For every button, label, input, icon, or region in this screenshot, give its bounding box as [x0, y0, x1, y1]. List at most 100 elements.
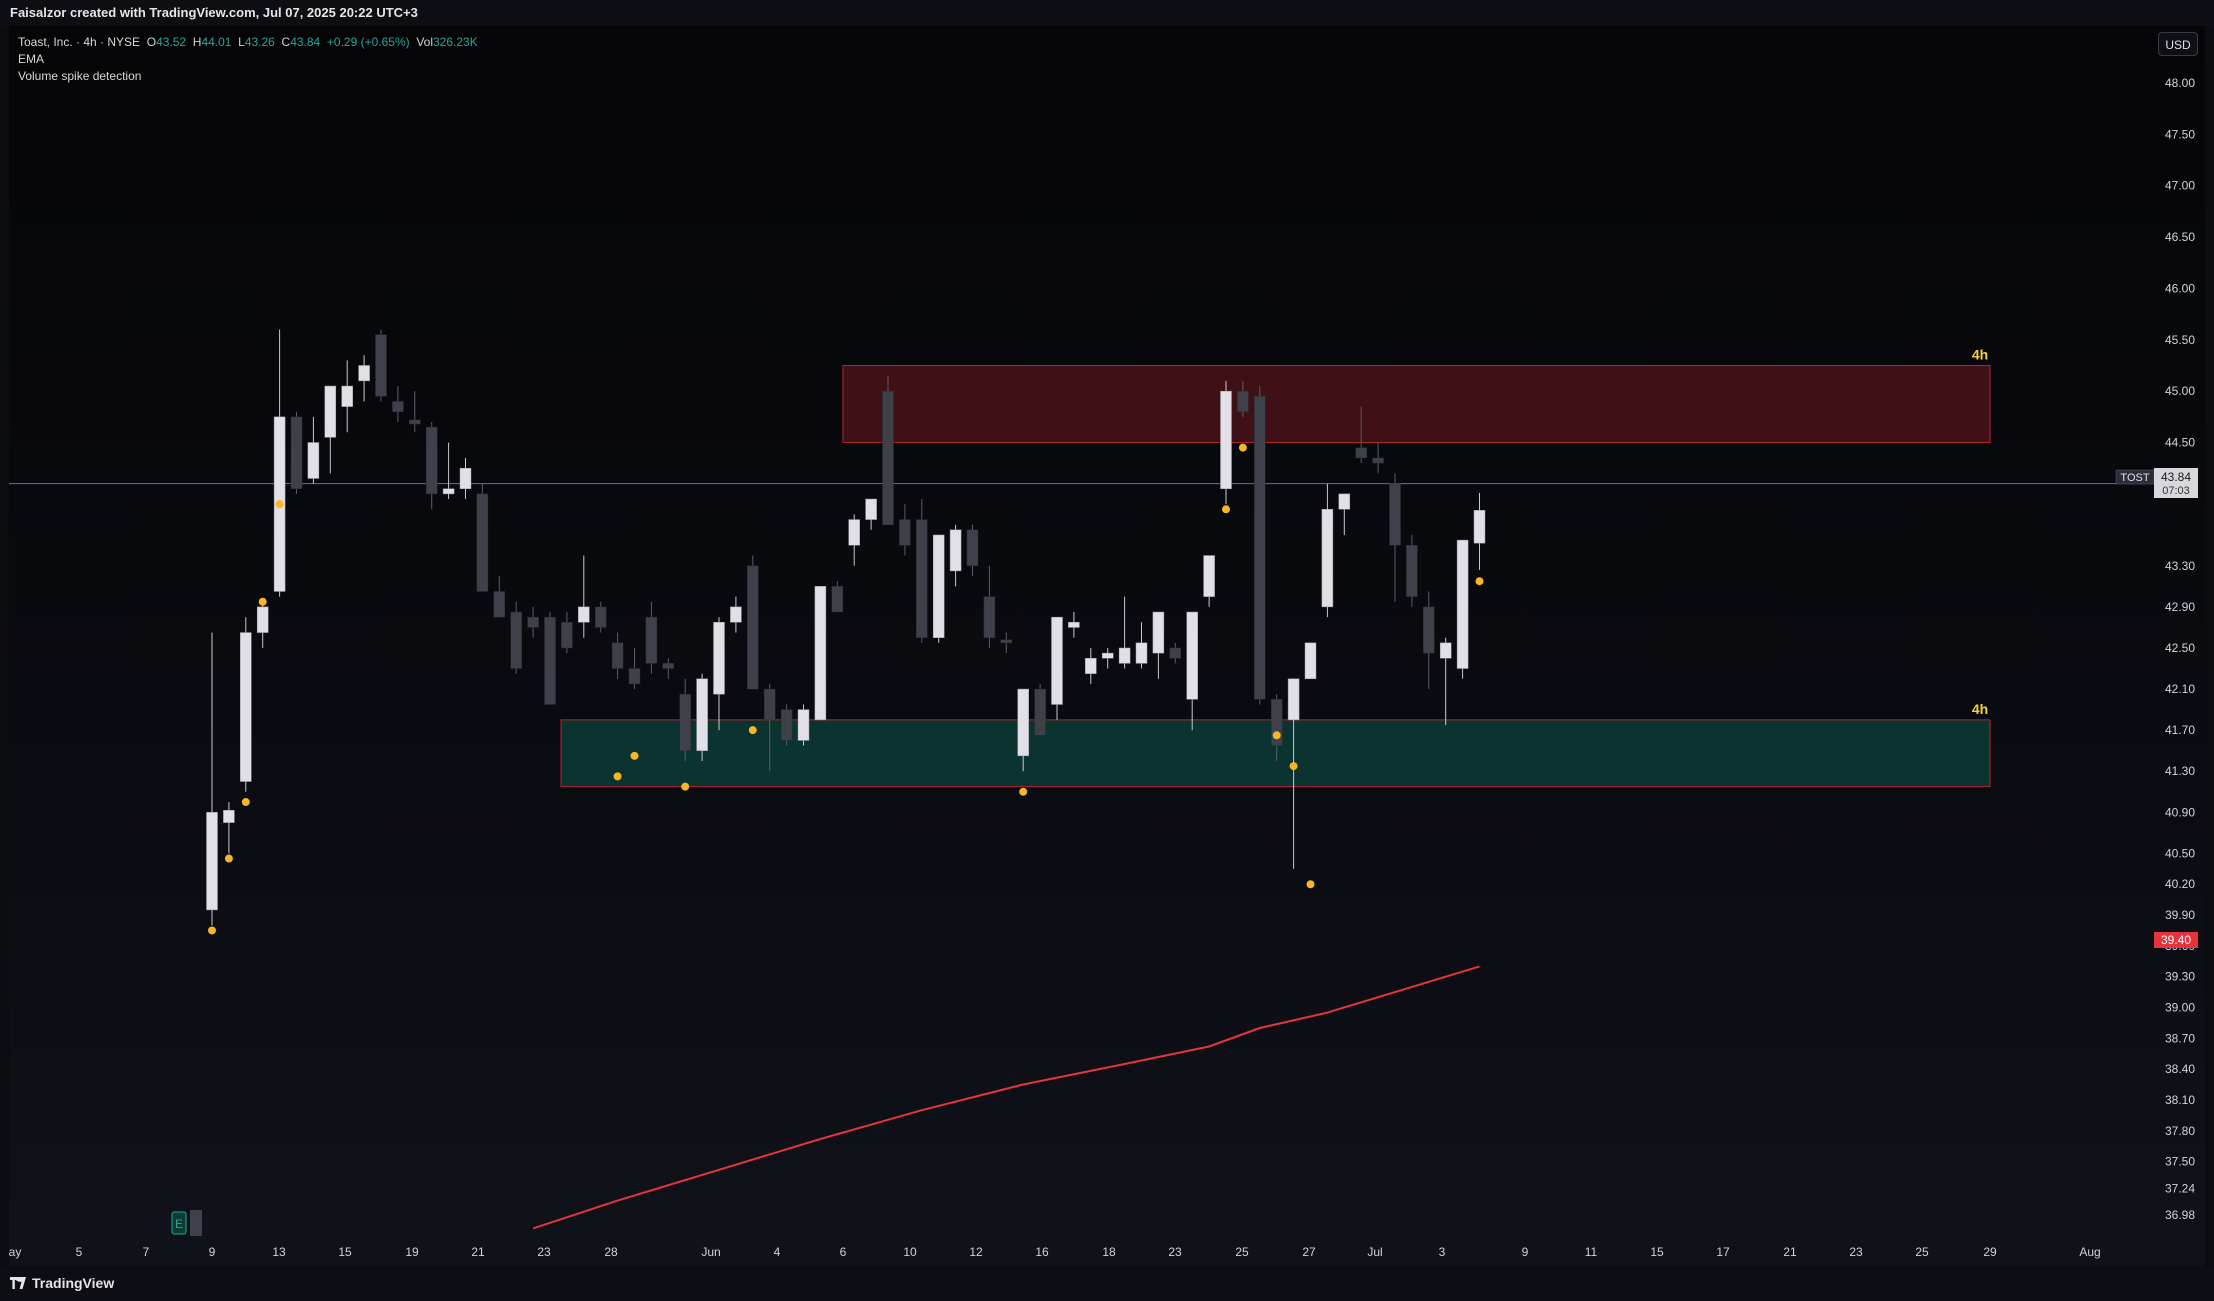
candle-body: [392, 401, 404, 412]
candle-body: [578, 606, 590, 623]
symbol-legend-row[interactable]: Toast, Inc. · 4h · NYSE O43.52 H44.01 L4…: [18, 34, 478, 51]
time-tick-label: 25: [1915, 1245, 1929, 1259]
candle: [1085, 647, 1097, 684]
candle: [544, 612, 556, 705]
candle-body: [510, 611, 522, 669]
candle-body: [594, 606, 607, 628]
candle-body: [1321, 509, 1334, 608]
time-tick-label: 27: [1302, 1245, 1316, 1259]
price-tick-label: 44.50: [2165, 436, 2195, 450]
candle: [747, 555, 759, 690]
candle-body: [1439, 642, 1452, 659]
current-price-marker: TOST 43.8407:03: [2115, 468, 2198, 498]
candle: [983, 565, 996, 648]
candle-body: [341, 385, 353, 407]
candle-body: [628, 668, 641, 685]
currency-button[interactable]: USD: [2158, 32, 2198, 56]
volume-spike-dot: [748, 726, 757, 735]
time-tick-label: 23: [1849, 1245, 1863, 1259]
time-tick-label: 18: [1102, 1245, 1116, 1259]
time-tick-label: 23: [537, 1245, 551, 1259]
volume-label: Vol: [416, 35, 433, 49]
volume-spike-dot: [275, 500, 284, 509]
resistance-zone: [842, 364, 1991, 444]
candle-body: [561, 622, 573, 649]
candle-body: [1338, 493, 1351, 510]
price-tick-label: 37.24: [2165, 1181, 2195, 1195]
candle-body: [1355, 447, 1367, 459]
price-tick-label: 43.30: [2165, 559, 2195, 573]
candle: [645, 601, 658, 674]
close-value: 43.84: [290, 35, 321, 49]
candle: [307, 416, 320, 484]
time-tick-label: 21: [471, 1245, 485, 1259]
indicator-volume-spike[interactable]: Volume spike detection: [18, 68, 478, 85]
time-tick-label: 23: [1168, 1245, 1182, 1259]
candle-body: [1220, 390, 1232, 490]
price-tick-label: 46.50: [2165, 230, 2195, 244]
candle: [780, 704, 793, 746]
candle: [679, 678, 691, 761]
earnings-candle: [190, 1210, 202, 1236]
candle: [425, 421, 438, 510]
candle-body: [1372, 457, 1384, 464]
candle-body: [865, 498, 877, 520]
volume-spike-dot: [1238, 443, 1247, 452]
volume-spike-dot: [1272, 731, 1281, 740]
candle-body: [1406, 545, 1418, 597]
candle: [949, 524, 962, 587]
candle: [713, 617, 725, 731]
candle-body: [1152, 611, 1165, 654]
candle: [510, 601, 522, 674]
candle: [966, 524, 979, 577]
candle: [1051, 616, 1063, 720]
candle: [442, 442, 455, 500]
candle: [1186, 611, 1198, 731]
candle-body: [696, 678, 708, 751]
candle-body: [307, 442, 320, 479]
candle-body: [1101, 652, 1114, 659]
candle: [1473, 492, 1486, 570]
candle: [527, 606, 539, 638]
high-value: 44.01: [201, 35, 232, 49]
candle-body: [1473, 510, 1486, 544]
candle-body: [797, 709, 810, 741]
symbol-line: Toast, Inc. · 4h · NYSE: [18, 35, 141, 49]
time-tick-label: 6: [840, 1245, 847, 1259]
candle-body: [645, 616, 658, 664]
candle: [899, 504, 911, 556]
candle-body: [1068, 622, 1080, 628]
support-zone-label: 4h: [1972, 701, 1988, 717]
candle-body: [1287, 678, 1300, 721]
candle: [662, 658, 675, 679]
candle-body: [1203, 555, 1215, 597]
time-tick-label: 3: [1439, 1245, 1446, 1259]
volume-value: 326.23K: [433, 35, 478, 49]
candle: [273, 329, 286, 597]
indicator-ema[interactable]: EMA: [18, 51, 478, 68]
candle-body: [358, 365, 370, 382]
price-chart-svg: 4h 4h 48.00 47.50 47.00 46.50 46.00 45.50 45.00…: [9, 76, 2198, 1259]
volume-spike-dot: [613, 772, 622, 781]
candle: [848, 514, 860, 566]
candle-body: [476, 493, 489, 592]
price-tick-label: 46.00: [2165, 281, 2195, 295]
candle-body: [1456, 539, 1469, 669]
candle-body: [425, 426, 438, 495]
candle-body: [1169, 647, 1182, 659]
candle: [1456, 539, 1469, 679]
candle: [1135, 622, 1148, 669]
time-axis: ay 5 7 9 13 15 19 21 23 28 Jun 4 6 10 12 16 18 23 25 27 Jul 3…: [9, 1245, 2101, 1259]
candle: [1389, 473, 1401, 602]
time-tick-label: 5: [76, 1245, 83, 1259]
time-tick-label: 15: [338, 1245, 352, 1259]
countdown-tag: 07:03: [2162, 485, 2190, 497]
time-tick-label: 13: [272, 1245, 286, 1259]
candle-body: [814, 586, 827, 721]
volume-spike-dot: [241, 798, 250, 807]
time-tick-label: 21: [1783, 1245, 1797, 1259]
price-tick-label: 42.10: [2165, 682, 2195, 696]
candle: [831, 581, 844, 613]
candle: [240, 617, 252, 792]
candle: [1101, 647, 1114, 669]
